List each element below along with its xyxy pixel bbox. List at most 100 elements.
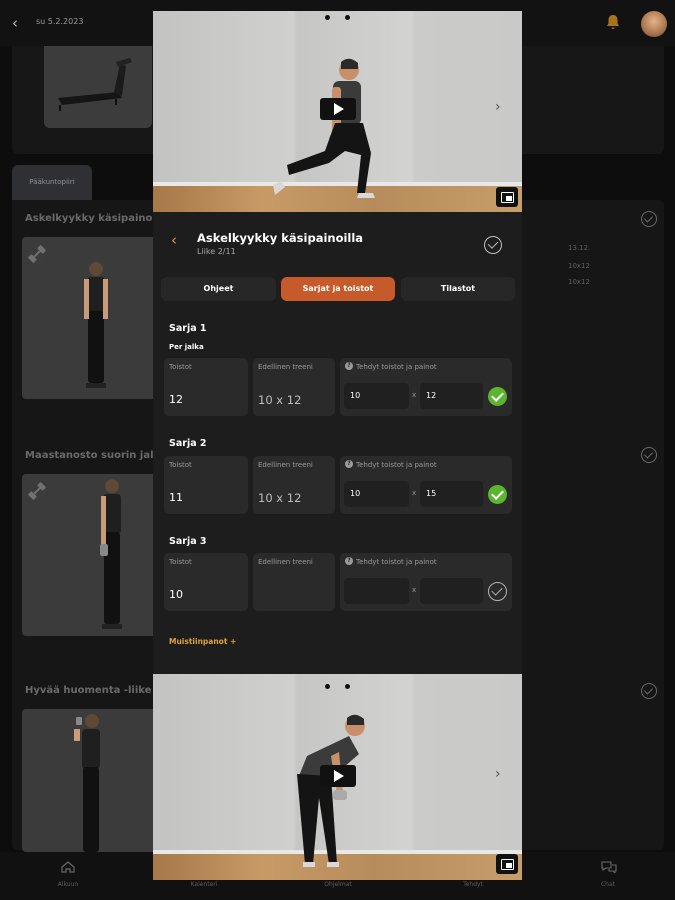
- tab-sets-reps[interactable]: Sarjat ja toistot: [281, 277, 395, 301]
- exercise-thumbnail[interactable]: x 2: [22, 474, 158, 636]
- notes-link[interactable]: Muistiinpanot +: [169, 637, 236, 646]
- play-button[interactable]: [320, 98, 356, 120]
- set-complete-button[interactable]: [488, 485, 507, 504]
- modal-header: ‹ Askelkyykky käsipainoilla Liike 2/11: [153, 215, 522, 267]
- done-reps-value: 10: [350, 489, 361, 498]
- bell-icon[interactable]: [606, 14, 620, 30]
- person-image: [84, 262, 108, 388]
- exercise-video-top[interactable]: ›: [153, 11, 522, 212]
- tab-main-circuit[interactable]: Pääkuntopiiri: [12, 165, 92, 200]
- help-icon[interactable]: ?: [345, 460, 353, 468]
- nav-done[interactable]: Tehdyt: [443, 881, 503, 888]
- done-cell: ? Tehdyt toistot ja painot x: [340, 553, 512, 611]
- previous-value: 10 x 12: [258, 393, 302, 407]
- done-label: Tehdyt toistot ja painot: [356, 363, 437, 371]
- reps-value: 10: [169, 588, 183, 601]
- done-weight-value: 15: [426, 489, 437, 498]
- picture-in-picture-icon[interactable]: [496, 187, 518, 207]
- lunge-person-image: [273, 58, 375, 198]
- done-label: Tehdyt toistot ja painot: [356, 558, 437, 566]
- back-arrow-icon[interactable]: ‹: [171, 231, 177, 249]
- exercise-title[interactable]: Askelkyykky käsipainoilla: [25, 213, 169, 224]
- exercise-video-bottom[interactable]: ›: [153, 674, 522, 880]
- previous-label: Edellinen treeni: [258, 558, 313, 566]
- exercise-title: Askelkyykky käsipainoilla: [197, 231, 364, 245]
- exercise-progress: Liike 2/11: [197, 247, 236, 256]
- reps-label: Toistot: [169, 558, 192, 566]
- history-date: 13.12.: [568, 244, 591, 252]
- exercise-title[interactable]: Maastanosto suorin jaloin: [25, 450, 171, 461]
- date-label: su 5.2.2023: [36, 17, 84, 26]
- person-image: [74, 714, 100, 852]
- reps-label: Toistot: [169, 461, 192, 469]
- home-icon[interactable]: [61, 861, 75, 873]
- next-video-icon[interactable]: ›: [495, 99, 501, 115]
- reps-cell[interactable]: Toistot 10: [164, 553, 248, 611]
- page-dot: [345, 15, 350, 20]
- play-button[interactable]: [320, 765, 356, 787]
- help-icon[interactable]: ?: [345, 362, 353, 370]
- times-sign: x: [412, 489, 417, 497]
- avatar[interactable]: [641, 11, 667, 37]
- previous-cell: Edellinen treeni 10 x 12: [253, 456, 335, 514]
- page-dot: [345, 684, 350, 689]
- previous-label: Edellinen treeni: [258, 363, 313, 371]
- nav-home[interactable]: Alkuun: [38, 881, 98, 888]
- done-reps-input[interactable]: 10: [344, 481, 409, 507]
- times-sign: x: [412, 391, 417, 399]
- deadlift-person-image: [297, 714, 365, 867]
- times-sign: x: [412, 586, 417, 594]
- done-reps-input[interactable]: [344, 578, 409, 604]
- exercise-thumbnail[interactable]: x 2: [22, 237, 158, 399]
- app-root: ‹ su 5.2.2023 Pääkuntopiiri Askelkyykky …: [0, 0, 675, 900]
- exercise-complete-icon[interactable]: [641, 447, 657, 463]
- nav-calendar[interactable]: Kalenteri: [174, 881, 234, 888]
- page-dot: [325, 684, 330, 689]
- done-label: Tehdyt toistot ja painot: [356, 461, 437, 469]
- picture-in-picture-icon[interactable]: [496, 854, 518, 874]
- exercise-complete-icon[interactable]: [641, 211, 657, 227]
- tab-statistics[interactable]: Tilastot: [401, 277, 515, 301]
- mark-complete-icon[interactable]: [484, 236, 502, 254]
- reps-cell[interactable]: Toistot 12: [164, 358, 248, 416]
- nav-chat[interactable]: Chat: [578, 881, 638, 888]
- person-image: [100, 479, 122, 629]
- done-weight-input[interactable]: [420, 578, 483, 604]
- set-complete-button[interactable]: [488, 387, 507, 406]
- nav-programs[interactable]: Ohjelmat: [308, 881, 368, 888]
- reps-label: Toistot: [169, 363, 192, 371]
- multiplier-label: x 2: [45, 253, 62, 264]
- per-side-label: Per jalka: [169, 343, 204, 351]
- previous-cell: Edellinen treeni: [253, 553, 335, 611]
- previous-label: Edellinen treeni: [258, 461, 313, 469]
- done-cell: ? Tehdyt toistot ja painot 10 x 12: [340, 358, 512, 416]
- reps-value: 12: [169, 393, 183, 406]
- previous-value: 10 x 12: [258, 491, 302, 505]
- previous-cell: Edellinen treeni 10 x 12: [253, 358, 335, 416]
- tab-main-circuit-label: Pääkuntopiiri: [29, 178, 75, 186]
- done-weight-value: 12: [426, 391, 437, 400]
- exercise-complete-icon[interactable]: [641, 683, 657, 699]
- help-icon[interactable]: ?: [345, 557, 353, 565]
- tab-instructions[interactable]: Ohjeet: [161, 277, 276, 301]
- set-title: Sarja 1: [169, 323, 207, 334]
- done-reps-input[interactable]: 10: [344, 383, 409, 409]
- set-complete-button[interactable]: [488, 582, 507, 601]
- multiplier-label: x 2: [45, 490, 62, 501]
- set-title: Sarja 3: [169, 536, 207, 547]
- treadmill-image: [44, 46, 152, 128]
- history-value: 10x12: [568, 262, 590, 270]
- history-value: 10x12: [568, 278, 590, 286]
- set-title: Sarja 2: [169, 438, 207, 449]
- back-icon[interactable]: ‹: [12, 15, 26, 31]
- modal-tabs: Ohjeet Sarjat ja toistot Tilastot: [161, 277, 515, 301]
- done-cell: ? Tehdyt toistot ja painot 10 x 15: [340, 456, 512, 514]
- done-weight-input[interactable]: 15: [420, 481, 483, 507]
- next-video-icon[interactable]: ›: [495, 766, 501, 782]
- reps-value: 11: [169, 491, 183, 504]
- exercise-thumbnail[interactable]: [22, 709, 158, 852]
- done-weight-input[interactable]: 12: [420, 383, 483, 409]
- reps-cell[interactable]: Toistot 11: [164, 456, 248, 514]
- chat-icon[interactable]: [601, 861, 617, 873]
- exercise-title[interactable]: Hyvää huomenta -liike le: [25, 685, 165, 696]
